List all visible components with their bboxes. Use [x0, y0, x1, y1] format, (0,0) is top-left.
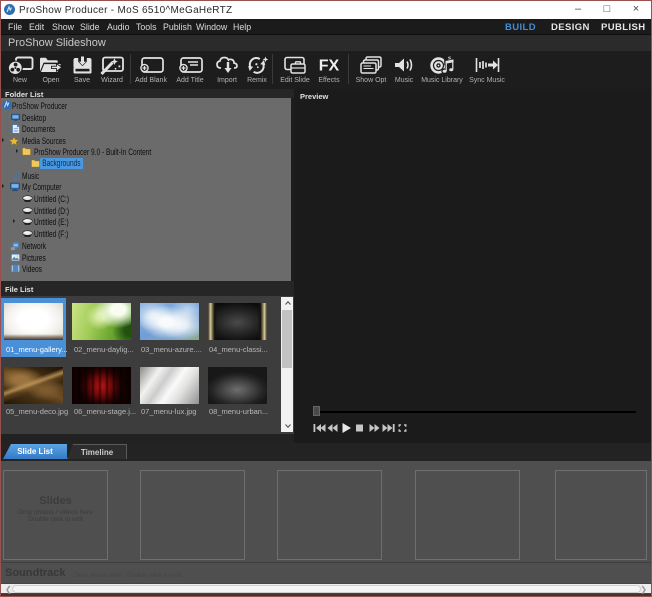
svg-text:FX: FX: [319, 58, 340, 75]
